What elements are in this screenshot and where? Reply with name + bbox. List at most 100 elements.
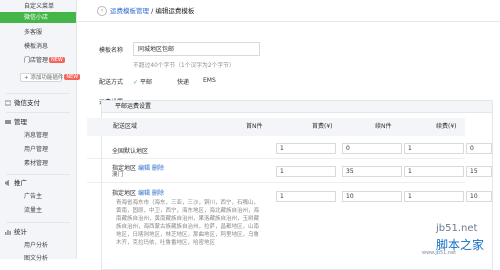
breadcrumb-parent-link[interactable]: 运费模板管理 bbox=[110, 7, 149, 15]
cell-value: 1 bbox=[280, 145, 284, 152]
sidebar-item-customer-service[interactable]: 多客服 bbox=[0, 27, 76, 38]
column-header-first-fee: 首费(¥) bbox=[312, 123, 333, 130]
cell-value: 0 bbox=[470, 145, 474, 152]
method-option-ems[interactable]: EMS bbox=[203, 77, 216, 84]
section-title: 管理 bbox=[14, 118, 27, 126]
divider bbox=[87, 182, 465, 183]
table-header: 配送区域 首N件 首费(¥) 续N件 续费(¥) bbox=[87, 118, 465, 136]
next-fee-input[interactable]: 10 bbox=[466, 191, 492, 202]
new-badge: NEW bbox=[49, 57, 65, 63]
sidebar-item-traffic-owner[interactable]: 流量主 bbox=[0, 205, 76, 216]
cell-value: 1 bbox=[408, 145, 412, 152]
next-fee-input[interactable]: 15 bbox=[466, 166, 492, 177]
sidebar-item-label: 模板消息 bbox=[24, 43, 49, 50]
method-option-express[interactable]: 快递 bbox=[177, 77, 189, 86]
section-title: 统计 bbox=[14, 228, 27, 236]
template-name-hint: 不超过40个字节（1个汉字为2个字节） bbox=[133, 63, 235, 69]
delete-link[interactable]: 删除 bbox=[152, 190, 164, 197]
cell-value: 1 bbox=[408, 193, 412, 200]
method-label: 平邮 bbox=[140, 79, 153, 86]
chart-icon bbox=[5, 230, 11, 235]
next-n-input[interactable]: 1 bbox=[404, 166, 464, 177]
add-plugin-label: + 添加功能插件 bbox=[24, 75, 64, 81]
back-arrow-icon[interactable]: ‹ bbox=[97, 6, 107, 16]
cell-value: 10 bbox=[470, 193, 478, 200]
next-fee-input[interactable]: 0 bbox=[466, 143, 492, 154]
first-n-input[interactable]: 1 bbox=[276, 143, 336, 154]
section-title: 微信支付 bbox=[14, 99, 40, 107]
cell-value: 10 bbox=[346, 193, 354, 200]
breadcrumb-current: 编辑运费模板 bbox=[155, 7, 195, 15]
sidebar-item-custom-menu[interactable]: 自定义菜单 bbox=[0, 1, 76, 12]
section-title: 推广 bbox=[14, 179, 27, 187]
watermark-domain: jb51.net bbox=[436, 223, 478, 234]
sidebar-item-template-message[interactable]: 模板消息 bbox=[0, 41, 76, 52]
sidebar-item-label: 自定义菜单 bbox=[24, 3, 55, 10]
section-manage: 管理 bbox=[0, 116, 76, 128]
sidebar-item-label: 素材管理 bbox=[24, 160, 49, 167]
row-region-text: 指定地区 bbox=[112, 190, 137, 197]
folder-icon bbox=[5, 120, 11, 124]
sidebar-item-label: 用户分析 bbox=[24, 242, 49, 249]
checkmark-icon: ✓ bbox=[133, 79, 139, 86]
panel-title: 平邮运费设置 bbox=[102, 101, 492, 113]
column-header-next-fee: 续费(¥) bbox=[436, 123, 457, 130]
sidebar-item-advertiser[interactable]: 广告主 bbox=[0, 191, 76, 202]
sidebar-item-store-management[interactable]: 门店管理 NEW bbox=[0, 55, 76, 66]
first-fee-input[interactable]: 35 bbox=[342, 166, 402, 177]
divider bbox=[87, 158, 465, 159]
method-label: EMS bbox=[203, 77, 216, 84]
cell-value: 0 bbox=[346, 145, 350, 152]
sidebar-item-label: 微信小店 bbox=[24, 14, 49, 21]
cell-value: 35 bbox=[346, 168, 354, 175]
sidebar-item-label: 消息管理 bbox=[24, 132, 49, 139]
row-region-label: 指定地区 编辑 删除 bbox=[112, 188, 164, 197]
cell-value: 1 bbox=[280, 193, 284, 200]
next-n-input[interactable]: 1 bbox=[404, 143, 464, 154]
add-plugin-button[interactable]: + 添加功能插件 NEW bbox=[20, 73, 81, 82]
delete-link[interactable]: 删除 bbox=[152, 165, 164, 172]
template-name-input[interactable]: 同城地区包邮 bbox=[133, 42, 260, 56]
cell-value: 1 bbox=[280, 168, 284, 175]
edit-link[interactable]: 编辑 bbox=[138, 190, 150, 197]
sidebar-item-label: 流量主 bbox=[24, 207, 43, 214]
breadcrumb: ‹ 运费模板管理 / 编辑运费模板 bbox=[97, 6, 194, 16]
megaphone-icon bbox=[5, 180, 9, 186]
section-statistics: 统计 bbox=[0, 226, 76, 238]
first-n-input[interactable]: 1 bbox=[276, 191, 336, 202]
section-weixin-pay[interactable]: 微信支付 bbox=[0, 97, 76, 109]
first-fee-input[interactable]: 10 bbox=[342, 191, 402, 202]
sidebar-item-weixin-store[interactable]: 微信小店 bbox=[0, 12, 76, 23]
next-n-input[interactable]: 1 bbox=[404, 191, 464, 202]
sidebar-item-user-manage[interactable]: 用户管理 bbox=[0, 144, 76, 155]
cell-value: 1 bbox=[408, 168, 412, 175]
sidebar-item-label: 门店管理 bbox=[24, 57, 49, 64]
edit-link[interactable]: 编辑 bbox=[138, 165, 150, 172]
sidebar-item-label: 广告主 bbox=[24, 193, 43, 200]
sidebar: 自定义菜单 微信小店 多客服 模板消息 门店管理 NEW + 添加功能插件 NEW … bbox=[0, 0, 81, 262]
delivery-method-label: 配送方式 bbox=[99, 79, 124, 86]
cell-value: 15 bbox=[470, 168, 478, 175]
template-name-value: 同城地区包邮 bbox=[138, 46, 175, 53]
first-n-input[interactable]: 1 bbox=[276, 166, 336, 177]
method-option-surface-mail[interactable]: ✓ 平邮 bbox=[133, 77, 152, 86]
payment-icon bbox=[5, 100, 11, 106]
column-header-first-n: 首N件 bbox=[246, 123, 263, 130]
sidebar-item-user-analysis[interactable]: 用户分析 bbox=[0, 240, 76, 251]
divider bbox=[6, 93, 70, 94]
watermark-url: www.jb51.net bbox=[422, 250, 457, 256]
first-fee-input[interactable]: 0 bbox=[342, 143, 402, 154]
sidebar-item-message-manage[interactable]: 消息管理 bbox=[0, 130, 76, 141]
breadcrumb-separator: / bbox=[151, 7, 154, 15]
row-region-sub: 澳门 bbox=[112, 172, 124, 178]
template-name-label: 模板名称 bbox=[99, 47, 124, 54]
method-label: 快递 bbox=[177, 79, 190, 86]
column-header-next-n: 续N件 bbox=[375, 123, 392, 130]
divider bbox=[6, 174, 70, 175]
sidebar-item-label: 多客服 bbox=[24, 29, 43, 36]
divider bbox=[77, 21, 500, 22]
divider bbox=[6, 112, 70, 113]
column-header-region: 配送区域 bbox=[113, 123, 138, 130]
region-list: 青海省海东市（海东，三亚，三沙，铜川，西宁，石嘴山，黄南，固原，中卫，西宁，海东… bbox=[116, 200, 260, 246]
sidebar-item-material-manage[interactable]: 素材管理 bbox=[0, 158, 76, 169]
